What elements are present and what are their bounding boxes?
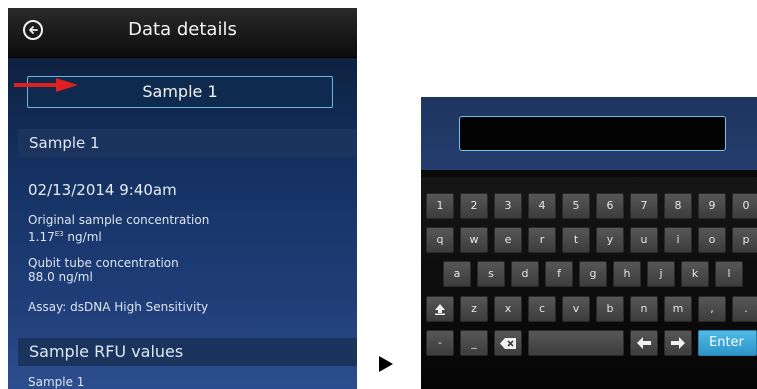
top-bar: Data details: [8, 8, 357, 58]
key-dash[interactable]: -: [426, 330, 454, 356]
right-arrow-key[interactable]: [664, 330, 692, 356]
data-details-screen: Data details Sample 1 Sample 1 02/13/201…: [8, 8, 357, 389]
key-underscore[interactable]: _: [460, 330, 488, 356]
key-5[interactable]: 5: [562, 193, 590, 219]
enter-key[interactable]: Enter: [698, 330, 757, 356]
backspace-icon: [500, 337, 516, 349]
original-concentration-value: 1.17E3 ng/ml: [28, 227, 102, 244]
key-u[interactable]: u: [630, 227, 658, 253]
key-c[interactable]: c: [528, 296, 556, 322]
key-comma[interactable]: ,: [698, 296, 726, 322]
key-n[interactable]: n: [630, 296, 658, 322]
qubit-concentration-label: Qubit tube concentration: [28, 256, 179, 270]
key-y[interactable]: y: [596, 227, 624, 253]
key-k[interactable]: k: [681, 261, 709, 287]
shift-icon: [435, 304, 445, 315]
key-t[interactable]: t: [562, 227, 590, 253]
right-arrow-icon: [671, 337, 685, 349]
left-arrow-key[interactable]: [630, 330, 658, 356]
timestamp: 02/13/2014 9:40am: [28, 181, 177, 199]
key-8[interactable]: 8: [664, 193, 692, 219]
qubit-concentration-value: 88.0 ng/ml: [28, 270, 93, 284]
key-b[interactable]: b: [596, 296, 624, 322]
key-l[interactable]: l: [715, 261, 743, 287]
key-d[interactable]: d: [511, 261, 539, 287]
key-j[interactable]: j: [647, 261, 675, 287]
key-r[interactable]: r: [528, 227, 556, 253]
key-s[interactable]: s: [477, 261, 505, 287]
original-concentration-label: Original sample concentration: [28, 213, 210, 227]
key-a[interactable]: a: [443, 261, 471, 287]
key-v[interactable]: v: [562, 296, 590, 322]
play-triangle-icon: [379, 356, 393, 372]
key-h[interactable]: h: [613, 261, 641, 287]
assay-label: Assay: dsDNA High Sensitivity: [28, 300, 209, 314]
red-pointer-arrow-icon: [14, 78, 78, 92]
key-6[interactable]: 6: [596, 193, 624, 219]
key-1[interactable]: 1: [426, 193, 454, 219]
on-screen-keyboard: 1 2 3 4 5 6 7 8 9 0 q w e r t y u i o p a s d f g h j k l z x c v b n m,. - _…: [421, 177, 757, 389]
key-f[interactable]: f: [545, 261, 573, 287]
key-w[interactable]: w: [460, 227, 488, 253]
key-9[interactable]: 9: [698, 193, 726, 219]
key-7[interactable]: 7: [630, 193, 658, 219]
key-x[interactable]: x: [494, 296, 522, 322]
key-2[interactable]: 2: [460, 193, 488, 219]
key-g[interactable]: g: [579, 261, 607, 287]
key-z[interactable]: z: [460, 296, 488, 322]
concentration-unit: ng/ml: [63, 230, 102, 244]
key-p[interactable]: p: [732, 227, 757, 253]
space-bar[interactable]: [528, 330, 624, 356]
keyboard-screen: 1 2 3 4 5 6 7 8 9 0 q w e r t y u i o p a s d f g h j k l z x c v b n m,. - _…: [421, 97, 757, 389]
key-4[interactable]: 4: [528, 193, 556, 219]
key-q[interactable]: q: [426, 227, 454, 253]
key-period[interactable]: .: [732, 296, 757, 322]
concentration-exponent: E3: [54, 230, 64, 238]
key-0[interactable]: 0: [732, 193, 757, 219]
sample-name-input[interactable]: [459, 116, 726, 151]
key-o[interactable]: o: [698, 227, 726, 253]
sample-section-header: Sample 1: [18, 129, 357, 157]
key-3[interactable]: 3: [494, 193, 522, 219]
input-area: [421, 97, 757, 170]
key-e[interactable]: e: [494, 227, 522, 253]
page-title: Data details: [128, 19, 237, 40]
left-arrow-icon: [637, 337, 651, 349]
rfu-section-header: Sample RFU values: [18, 338, 357, 366]
concentration-mantissa: 1.17: [28, 230, 55, 244]
key-m[interactable]: m: [664, 296, 692, 322]
shift-key[interactable]: [426, 296, 454, 322]
backspace-key[interactable]: [494, 330, 522, 356]
key-i[interactable]: i: [664, 227, 692, 253]
rfu-list-item: Sample 1: [28, 375, 85, 389]
